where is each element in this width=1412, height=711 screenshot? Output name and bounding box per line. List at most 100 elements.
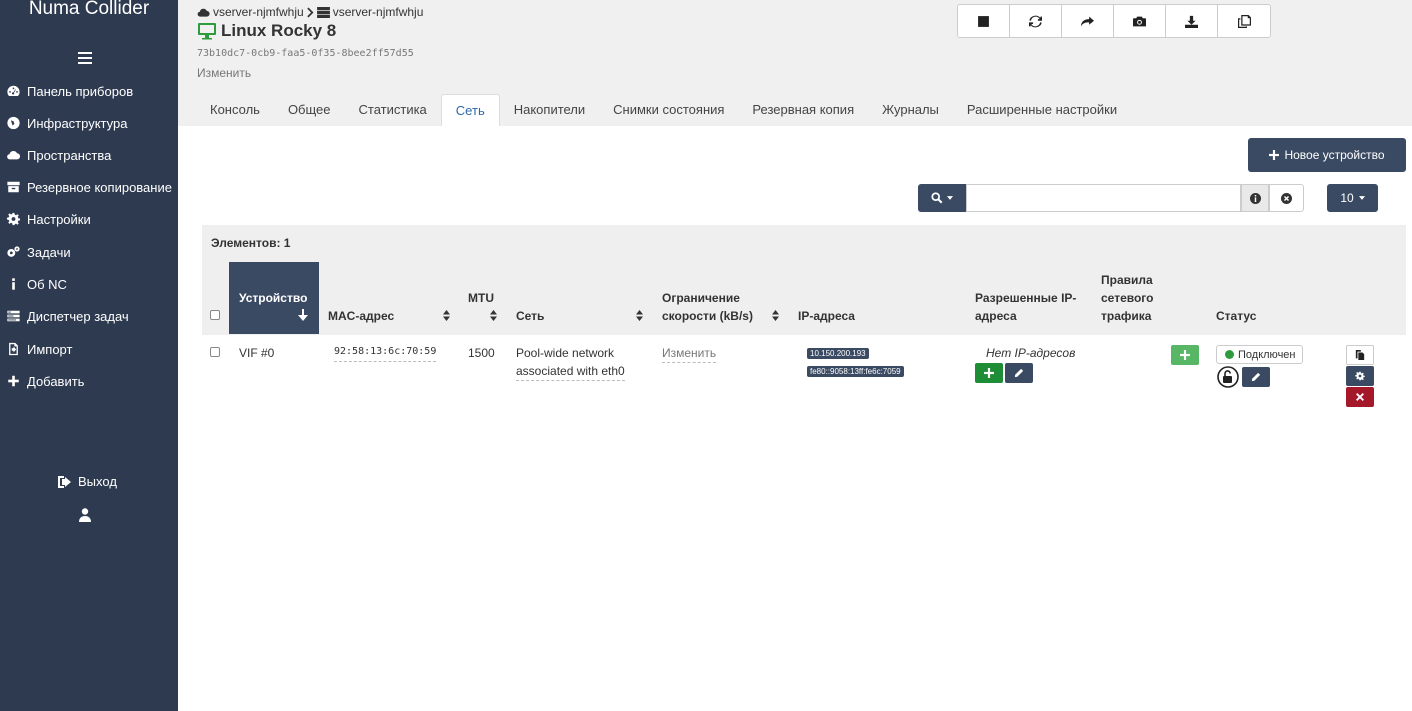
sort-icon[interactable] <box>772 310 779 321</box>
network-name[interactable]: Pool-wide network associated with eth0 <box>516 344 625 381</box>
column-header-mtu[interactable]: MTU <box>468 289 494 307</box>
tab-snapshots[interactable]: Снимки состояния <box>599 94 738 126</box>
copy-vif-button[interactable] <box>1346 345 1374 365</box>
column-header-traffic-rules: Правила сетевого трафика <box>1101 271 1153 325</box>
new-device-button[interactable]: Новое устройство <box>1248 138 1406 172</box>
sidebar: Numa Collider Панель приборов Инфраструк… <box>0 0 178 711</box>
allowed-ips-empty: Нет IP-адресов <box>986 346 1076 360</box>
server-icon <box>316 6 330 18</box>
select-all-checkbox[interactable] <box>210 310 220 320</box>
vm-tabs: Консоль Общее Статистика Сеть Накопители… <box>196 94 1131 126</box>
vm-name[interactable]: Linux Rocky 8 <box>221 21 336 41</box>
sidebar-item-label: Добавить <box>27 373 85 389</box>
caret-down-icon <box>1358 196 1365 200</box>
chevron-right-icon <box>306 7 314 17</box>
status-dot-icon <box>1225 350 1234 359</box>
plus-icon <box>1269 150 1280 160</box>
vm-header: vserver-njmfwhju vserver-njmfwhju Linux … <box>178 0 1412 126</box>
stop-button[interactable] <box>958 5 1010 37</box>
breadcrumb-pool-link[interactable]: vserver-njmfwhju <box>213 5 304 19</box>
download-icon <box>1185 15 1198 28</box>
sidebar-item-infrastructure[interactable]: Инфраструктура <box>5 113 127 133</box>
tab-logs[interactable]: Журналы <box>868 94 953 126</box>
sidebar-item-jobs[interactable]: Задачи <box>5 242 71 262</box>
tab-stats[interactable]: Статистика <box>345 94 441 126</box>
sidebar-item-label: Пространства <box>27 147 112 163</box>
filter-help-button[interactable] <box>1241 184 1269 212</box>
tab-network[interactable]: Сеть <box>440 94 500 126</box>
logout-button[interactable]: Выход <box>57 474 117 489</box>
row-checkbox[interactable] <box>210 347 220 357</box>
delete-vif-button[interactable] <box>1346 387 1374 407</box>
snapshot-button[interactable] <box>1114 5 1166 37</box>
mac-address[interactable]: 92:58:13:6c:70:59 <box>334 343 437 362</box>
edit-description-link[interactable]: Изменить <box>197 66 251 80</box>
sidebar-item-about[interactable]: Об NC <box>5 274 67 294</box>
items-per-page-select[interactable]: 10 <box>1327 184 1378 212</box>
breadcrumb-host-link[interactable]: vserver-njmfwhju <box>333 5 424 19</box>
sidebar-item-dashboard[interactable]: Панель приборов <box>5 81 133 101</box>
menu-toggle-icon[interactable] <box>78 52 92 64</box>
tab-general[interactable]: Общее <box>274 94 345 126</box>
column-header-label: трафика <box>1101 309 1152 323</box>
import-icon <box>5 342 22 356</box>
ip-address-tag[interactable]: 10.150.200.193 <box>807 348 869 359</box>
sidebar-item-backup[interactable]: Резервное копирование <box>5 177 172 197</box>
globe-icon <box>5 116 22 130</box>
column-header-label: адреса <box>975 309 1017 323</box>
tab-backup[interactable]: Резервная копия <box>738 94 868 126</box>
plus-icon <box>984 368 994 378</box>
breadcrumb: vserver-njmfwhju vserver-njmfwhju <box>197 5 423 19</box>
plus-icon <box>5 374 22 388</box>
vm-uuid[interactable]: 73b10dc7-0cb9-faa5-0f35-8bee2ff57d55 <box>197 48 414 59</box>
rate-limit-edit-link[interactable]: Изменить <box>662 344 717 363</box>
sidebar-item-label: Резервное копирование <box>27 179 172 195</box>
paste-icon <box>1355 350 1365 360</box>
close-circle-icon <box>1281 192 1292 204</box>
unlock-icon[interactable] <box>1217 366 1239 388</box>
migrate-button[interactable] <box>1062 5 1114 37</box>
column-header-label: скорости (kB/s) <box>662 309 753 323</box>
tasks-icon <box>5 309 22 323</box>
page-title: Linux Rocky 8 <box>197 21 336 41</box>
sign-out-icon <box>58 475 71 488</box>
column-header-device[interactable]: Устройство <box>229 262 319 334</box>
column-header-network[interactable]: Сеть <box>516 307 544 325</box>
column-header-label: Разрешенные IP- <box>975 291 1077 305</box>
edit-status-button[interactable] <box>1242 367 1270 387</box>
column-header-label: Устройство <box>239 291 308 305</box>
sort-icon[interactable] <box>636 310 643 321</box>
column-header-mac[interactable]: MAC-адрес <box>328 307 394 325</box>
column-header-rate-limit[interactable]: Ограничение скорости (kB/s) <box>662 289 753 325</box>
status-badge[interactable]: Подключен <box>1216 345 1303 364</box>
search-input[interactable] <box>966 184 1241 212</box>
copy-icon <box>1237 14 1251 28</box>
stop-icon <box>978 15 989 27</box>
copy-button[interactable] <box>1218 5 1270 37</box>
sort-icon[interactable] <box>443 310 450 321</box>
restart-button[interactable] <box>1010 5 1062 37</box>
export-button[interactable] <box>1166 5 1218 37</box>
sidebar-item-task-manager[interactable]: Диспетчер задач <box>5 306 129 326</box>
clear-search-button[interactable] <box>1269 184 1304 212</box>
column-header-ip-addresses: IP-адреса <box>798 309 855 323</box>
user-icon[interactable] <box>79 508 91 522</box>
tab-disks[interactable]: Накопители <box>500 94 599 126</box>
sidebar-item-settings[interactable]: Настройки <box>5 209 91 229</box>
add-traffic-rule-button[interactable] <box>1171 345 1199 365</box>
items-count: Элементов: 1 <box>211 236 291 250</box>
info-icon <box>5 277 22 291</box>
tab-console[interactable]: Консоль <box>196 94 274 126</box>
mtu-value[interactable]: 1500 <box>468 344 495 362</box>
edit-allowed-ips-button[interactable] <box>1005 363 1033 383</box>
sidebar-item-import[interactable]: Импорт <box>5 339 72 359</box>
sidebar-item-add[interactable]: Добавить <box>5 371 84 391</box>
filter-dropdown-button[interactable] <box>918 184 966 212</box>
tab-advanced[interactable]: Расширенные настройки <box>953 94 1131 126</box>
brand-title[interactable]: Numa Collider <box>0 0 178 20</box>
sidebar-item-spaces[interactable]: Пространства <box>5 145 111 165</box>
ip-address-tag[interactable]: fe80::9058:13ff:fe6c:7059 <box>807 366 904 377</box>
vif-settings-button[interactable] <box>1346 366 1374 386</box>
sort-icon[interactable] <box>490 310 497 321</box>
add-allowed-ip-button[interactable] <box>975 363 1003 383</box>
